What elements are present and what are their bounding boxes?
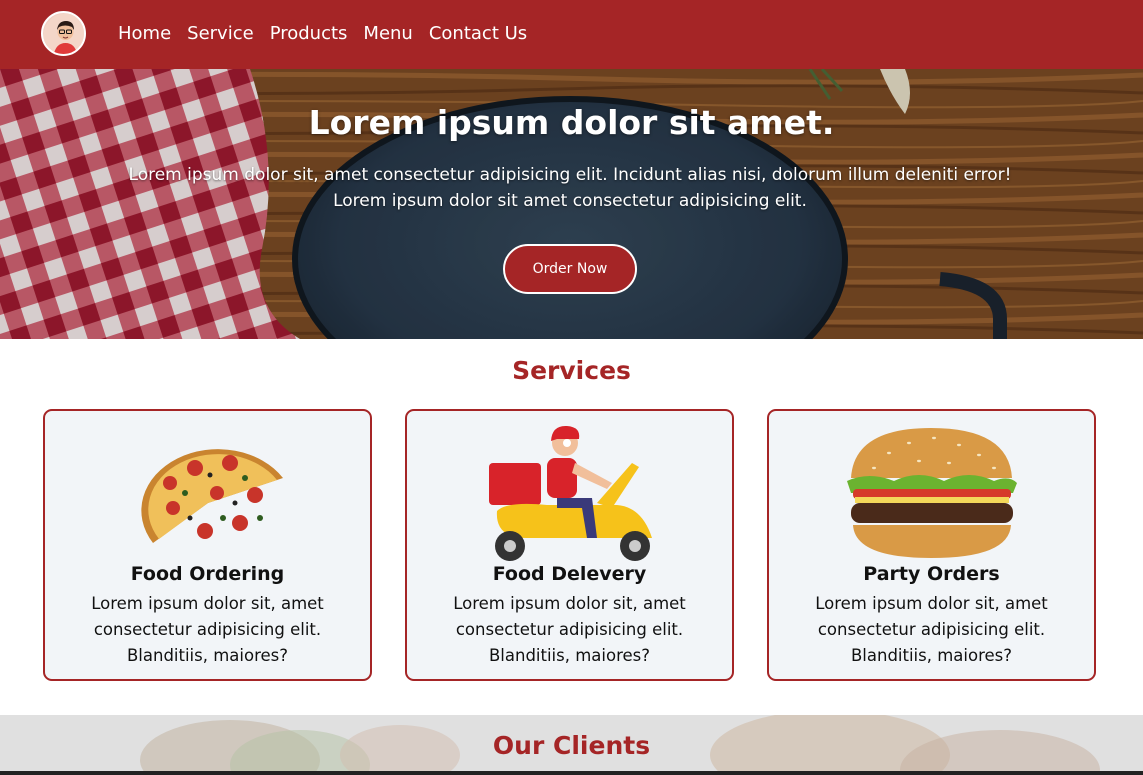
nav-products[interactable]: Products	[270, 22, 348, 46]
clients-heading: Our Clients	[492, 731, 651, 760]
hero-section: Lorem ipsum dolor sit amet. Lorem ipsum …	[0, 69, 1143, 339]
nav-service[interactable]: Service	[187, 22, 254, 46]
card-title: Food Delevery	[492, 563, 647, 585]
nav-menu[interactable]: Menu	[363, 22, 412, 46]
avatar-logo-icon[interactable]	[41, 11, 86, 56]
card-title: Food Ordering	[130, 563, 285, 585]
pizza-image-icon	[141, 449, 283, 543]
hero-subtitle: Lorem ipsum dolor sit, amet consectetur …	[100, 162, 1040, 214]
hero-title: Lorem ipsum dolor sit amet.	[308, 103, 835, 142]
card-text: Lorem ipsum dolor sit, amet consectetur …	[91, 594, 324, 665]
services-heading: Services	[512, 356, 631, 385]
delivery-scooter-image-icon	[489, 425, 652, 561]
service-card-food-delivery: Food Delevery Lorem ipsum dolor sit, ame…	[405, 409, 734, 681]
hero-subtitle-line-2: Lorem ipsum dolor sit amet consectetur a…	[333, 191, 807, 211]
service-card-party-orders: Party Orders Lorem ipsum dolor sit, amet…	[767, 409, 1096, 681]
hero-subtitle-line-1: Lorem ipsum dolor sit, amet consectetur …	[128, 165, 1012, 185]
bottom-edge	[0, 771, 1143, 775]
nav-contact-us[interactable]: Contact Us	[429, 22, 527, 46]
nav-links: Home Service Products Menu Contact Us	[118, 22, 543, 46]
clients-section: Our Clients	[0, 715, 1143, 775]
burger-image-icon	[847, 428, 1017, 558]
nav-home[interactable]: Home	[118, 22, 171, 46]
card-title: Party Orders	[863, 563, 1000, 585]
card-text: Lorem ipsum dolor sit, amet consectetur …	[815, 594, 1048, 665]
navbar: Home Service Products Menu Contact Us	[0, 0, 1143, 69]
card-text: Lorem ipsum dolor sit, amet consectetur …	[453, 594, 686, 665]
service-card-food-ordering: Food Ordering Lorem ipsum dolor sit, ame…	[43, 409, 372, 681]
order-now-button[interactable]: Order Now	[503, 244, 637, 294]
